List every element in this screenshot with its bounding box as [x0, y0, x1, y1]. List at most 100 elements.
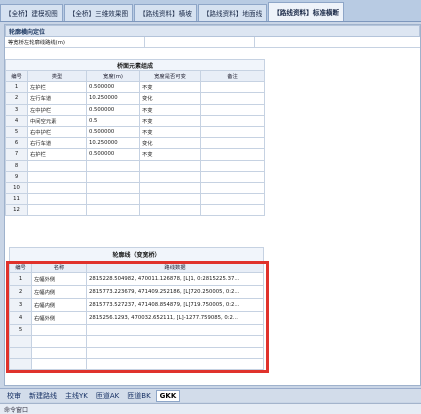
cell-width[interactable]: 0.5	[86, 114, 140, 127]
tab-cross-slope[interactable]: 【路线资料】横坡	[134, 4, 197, 21]
cell-variable[interactable]: 不变	[139, 103, 201, 116]
cell-type[interactable]: 右中护栏	[27, 125, 87, 139]
cell-note[interactable]	[200, 125, 265, 139]
cell-name[interactable]	[31, 346, 87, 359]
cell-type[interactable]	[27, 170, 87, 183]
tab-gkk[interactable]: GKK	[155, 389, 181, 402]
cell-width[interactable]	[86, 204, 140, 217]
cell-note[interactable]	[200, 159, 265, 172]
tab-3d-view[interactable]: 【全桥】三维效果图	[63, 4, 134, 21]
cell-name[interactable]: 右幅外侧	[31, 311, 87, 326]
cell-route-data[interactable]	[86, 335, 264, 348]
cell-name[interactable]: 左幅外侧	[31, 272, 87, 287]
cell-name[interactable]	[31, 357, 87, 370]
cell-route-data[interactable]	[86, 346, 264, 359]
tab-model-view[interactable]: 【全桥】建模视图	[0, 4, 63, 21]
cell-name[interactable]	[31, 324, 87, 337]
cell-type[interactable]: 左护栏	[27, 81, 87, 94]
table-row[interactable]: 3 左中护栏 0.500000 不变	[5, 103, 265, 116]
cell-width[interactable]	[86, 193, 140, 206]
cell-type[interactable]	[27, 193, 87, 206]
cell-type[interactable]: 左中护栏	[27, 103, 87, 116]
cell-width[interactable]	[86, 170, 140, 183]
cell-note[interactable]	[200, 193, 265, 206]
cell-variable[interactable]	[139, 193, 201, 206]
cell-variable[interactable]	[139, 181, 201, 195]
tab-ground-line[interactable]: 【路线资料】地面线	[197, 4, 268, 21]
cell-variable[interactable]	[139, 170, 201, 183]
cell-note[interactable]	[200, 92, 265, 105]
table-row[interactable]: 6 右行车道 10.250000 变化	[5, 137, 265, 150]
table-row[interactable]: 1 左护栏 0.500000 不变	[5, 81, 265, 94]
table-row[interactable]: 4 右幅外侧 2815256.1293, 470032.652111, [L]-12…	[9, 311, 264, 326]
cell-route-data[interactable]: 2815256.1293, 470032.652111, [L]-1277.75…	[86, 311, 264, 326]
tab-ramp-bk[interactable]: 匝道BK	[124, 390, 153, 402]
row-no: 10	[5, 181, 28, 195]
cell-route-data[interactable]: 2815228.504982, 470011.126878, [L]1, 0:2…	[86, 272, 264, 287]
cell-variable[interactable]: 不变	[139, 125, 201, 139]
cell-type[interactable]	[27, 204, 87, 217]
cell-route-data[interactable]: 2815773.223679, 471409.252186, [L]720.25…	[86, 285, 264, 300]
cell-route-data[interactable]: 2815773.527237, 471408.854879, [L]719.75…	[86, 298, 264, 313]
cell-type[interactable]: 中间空元素	[27, 114, 87, 127]
table-row[interactable]: 5 右中护栏 0.500000 不变	[5, 125, 265, 139]
cell-width[interactable]: 0.500000	[86, 103, 140, 116]
command-window-bar[interactable]: 命令窗口	[0, 403, 421, 414]
cell-name[interactable]: 右幅内侧	[31, 298, 87, 313]
tab-new-route[interactable]: 新建路线	[26, 390, 60, 402]
cell-variable[interactable]	[139, 159, 201, 172]
tab-standard-section[interactable]: 【路线资料】标准横断	[268, 2, 345, 21]
table-row[interactable]	[9, 346, 264, 359]
cell-variable[interactable]: 变化	[139, 92, 201, 105]
cell-type[interactable]: 右行车道	[27, 137, 87, 150]
cell-variable[interactable]: 不变	[139, 148, 201, 161]
cell-note[interactable]	[200, 204, 265, 217]
outline-offset-input[interactable]	[145, 37, 255, 47]
cell-type[interactable]	[27, 181, 87, 195]
table-row[interactable]: 11	[5, 193, 265, 206]
table-row[interactable]: 12	[5, 204, 265, 217]
cell-note[interactable]	[200, 181, 265, 195]
cell-variable[interactable]: 不变	[139, 114, 201, 127]
cell-width[interactable]: 0.500000	[86, 81, 140, 94]
cell-width[interactable]: 10.250000	[86, 92, 140, 105]
cell-type[interactable]: 左行车道	[27, 92, 87, 105]
tab-mainline-yk[interactable]: 主线YK	[62, 390, 91, 402]
table-row[interactable]: 7 右护栏 0.500000 不变	[5, 148, 265, 161]
cell-width[interactable]: 0.500000	[86, 125, 140, 139]
cell-type[interactable]	[27, 159, 87, 172]
col-header-note: 备注	[200, 69, 265, 83]
cell-note[interactable]	[200, 148, 265, 161]
cell-note[interactable]	[200, 81, 265, 94]
table-row[interactable]: 8	[5, 159, 265, 172]
tab-review[interactable]: 校审	[4, 390, 24, 402]
table-row[interactable]: 2 左行车道 10.250000 变化	[5, 92, 265, 105]
table-row[interactable]: 4 中间空元素 0.5 不变	[5, 114, 265, 127]
cell-note[interactable]	[200, 137, 265, 150]
cell-type[interactable]: 右护栏	[27, 148, 87, 161]
cell-variable[interactable]: 变化	[139, 137, 201, 150]
cell-variable[interactable]: 不变	[139, 81, 201, 94]
cell-width[interactable]: 0.500000	[86, 148, 140, 161]
cell-note[interactable]	[200, 103, 265, 116]
cell-variable[interactable]	[139, 204, 201, 217]
table-row[interactable]	[9, 335, 264, 348]
table-row[interactable]	[9, 357, 264, 370]
cell-route-data[interactable]	[86, 324, 264, 337]
cell-note[interactable]	[200, 114, 265, 127]
table-row[interactable]: 10	[5, 181, 265, 195]
cell-width[interactable]	[86, 181, 140, 195]
row-no	[9, 346, 32, 359]
table-row[interactable]: 1 左幅外侧 2815228.504982, 470011.126878, [L]1…	[9, 272, 264, 287]
table-row[interactable]: 5	[9, 324, 264, 337]
cell-name[interactable]: 左幅内侧	[31, 285, 87, 300]
cell-note[interactable]	[200, 170, 265, 183]
cell-name[interactable]	[31, 335, 87, 348]
tab-ramp-ak[interactable]: 匝道AK	[93, 390, 122, 402]
table-row[interactable]: 2 左幅内侧 2815773.223679, 471409.252186, [L]7…	[9, 285, 264, 300]
table-row[interactable]: 3 右幅内侧 2815773.527237, 471408.854879, [L]7…	[9, 298, 264, 313]
table-row[interactable]: 9	[5, 170, 265, 183]
cell-width[interactable]	[86, 159, 140, 172]
cell-width[interactable]: 10.250000	[86, 137, 140, 150]
cell-route-data[interactable]	[86, 357, 264, 370]
